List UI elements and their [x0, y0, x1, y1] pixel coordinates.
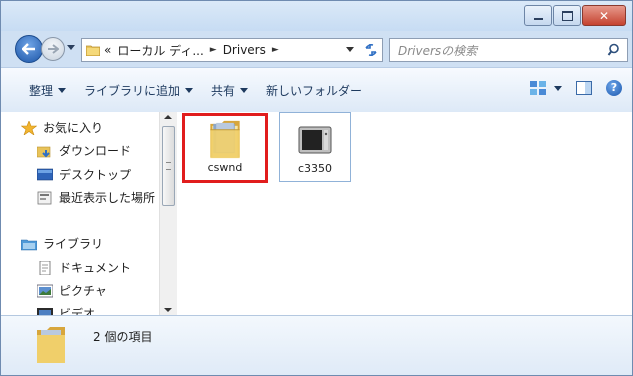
scroll-down-icon[interactable] — [164, 308, 172, 312]
new-folder-label: 新しいフォルダー — [266, 83, 363, 98]
organize-menu[interactable]: 整理 — [29, 82, 67, 99]
back-arrow-icon — [22, 43, 35, 55]
search-icon[interactable] — [607, 42, 623, 58]
refresh-button[interactable] — [360, 38, 383, 62]
view-options-icon — [530, 81, 546, 95]
nav-label: お気に入り — [43, 121, 104, 135]
address-dropdown-icon[interactable] — [346, 47, 354, 52]
recent-pages-dropdown-icon[interactable] — [67, 45, 75, 50]
caret-down-icon — [240, 87, 249, 93]
breadcrumb-local-disk[interactable]: ローカル ディ... — [117, 42, 203, 59]
nav-label: デスクトップ — [59, 168, 132, 182]
command-bar: 整理 ライブラリに追加 共有 新しいフォルダー ? — [1, 67, 632, 113]
nav-recent-places[interactable]: 最近表示した場所 — [37, 189, 155, 206]
star-icon — [21, 120, 37, 135]
folder-icon — [210, 120, 240, 159]
file-item-cswnd[interactable]: cswnd — [182, 113, 268, 183]
maximize-icon — [561, 10, 573, 21]
document-icon — [39, 260, 51, 275]
file-name: c3350 — [297, 162, 333, 175]
file-name: cswnd — [207, 161, 243, 174]
share-menu[interactable]: 共有 — [211, 82, 249, 99]
item-count: 2 個の項目 — [93, 330, 153, 344]
refresh-icon — [365, 44, 377, 56]
file-list: cswnd c3350 — [177, 112, 632, 315]
minimize-button[interactable] — [524, 5, 552, 26]
details-pane: 2 個の項目 — [1, 315, 632, 375]
nav-label: ピクチャ — [59, 284, 107, 298]
nav-favorites[interactable]: お気に入り — [21, 119, 103, 136]
caret-down-icon — [185, 87, 194, 93]
library-icon — [21, 239, 37, 250]
new-folder-button[interactable]: 新しいフォルダー — [266, 82, 362, 99]
share-label: 共有 — [211, 83, 236, 98]
help-icon[interactable]: ? — [606, 80, 622, 96]
breadcrumb-prefix[interactable]: « — [104, 43, 111, 57]
recent-places-icon — [37, 191, 52, 204]
nav-scrollbar[interactable] — [159, 112, 177, 315]
close-button[interactable]: ✕ — [582, 5, 626, 26]
grip-icon — [166, 162, 171, 170]
nav-label: ダウンロード — [59, 144, 132, 158]
nav-documents[interactable]: ドキュメント — [37, 259, 131, 276]
back-button[interactable] — [15, 35, 43, 63]
title-bar[interactable]: ✕ — [1, 1, 632, 31]
device-icon — [298, 126, 332, 154]
desktop-icon — [37, 168, 53, 180]
scroll-thumb[interactable] — [162, 126, 175, 206]
video-icon — [37, 307, 53, 315]
navigation-pane: お気に入り ダウンロード デスクトップ 最近表示した場所 ライブラリ ドキュメン… — [1, 112, 160, 315]
close-icon: ✕ — [598, 8, 610, 23]
chevron-right-icon[interactable]: ► — [210, 45, 217, 55]
toolbar-right: ? — [530, 80, 622, 96]
preview-pane-icon[interactable] — [576, 81, 592, 95]
address-row: « ローカル ディ... ► Drivers ► Driversの検索 — [1, 31, 632, 65]
add-to-library-menu[interactable]: ライブラリに追加 — [84, 82, 194, 99]
chevron-right-icon[interactable]: ► — [272, 45, 279, 55]
add-to-library-label: ライブラリに追加 — [84, 83, 181, 98]
nav-label: 最近表示した場所 — [59, 191, 156, 205]
file-item-c3350[interactable]: c3350 — [279, 112, 351, 182]
address-bar[interactable]: « ローカル ディ... ► Drivers ► — [81, 38, 361, 62]
nav-pictures[interactable]: ピクチャ — [37, 282, 107, 299]
maximize-button[interactable] — [553, 5, 581, 26]
folder-icon — [37, 327, 65, 363]
breadcrumb-drivers[interactable]: Drivers — [223, 43, 266, 57]
nav-label: ドキュメント — [59, 261, 132, 275]
organize-label: 整理 — [29, 83, 54, 98]
nav-downloads[interactable]: ダウンロード — [37, 142, 131, 159]
explorer-window: ✕ « ローカル ディ... ► Drivers ► Driversの検索 整理… — [0, 0, 633, 376]
forward-button[interactable] — [41, 37, 65, 61]
nav-videos[interactable]: ビデオ — [37, 305, 95, 315]
caret-down-icon — [58, 87, 67, 93]
caption-buttons: ✕ — [524, 5, 626, 26]
nav-label: ライブラリ — [43, 237, 104, 251]
nav-libraries[interactable]: ライブラリ — [21, 235, 103, 252]
download-folder-icon — [37, 146, 51, 157]
forward-arrow-icon — [48, 44, 59, 54]
folder-icon — [86, 45, 100, 56]
change-view-button[interactable] — [530, 81, 562, 95]
nav-label: ビデオ — [59, 307, 96, 315]
search-input[interactable]: Driversの検索 — [398, 42, 607, 59]
caret-down-icon — [554, 85, 562, 91]
picture-icon — [37, 284, 53, 297]
nav-desktop[interactable]: デスクトップ — [37, 166, 131, 183]
scroll-up-icon[interactable] — [164, 115, 172, 119]
minimize-icon — [533, 17, 543, 20]
search-box[interactable]: Driversの検索 — [389, 38, 628, 62]
